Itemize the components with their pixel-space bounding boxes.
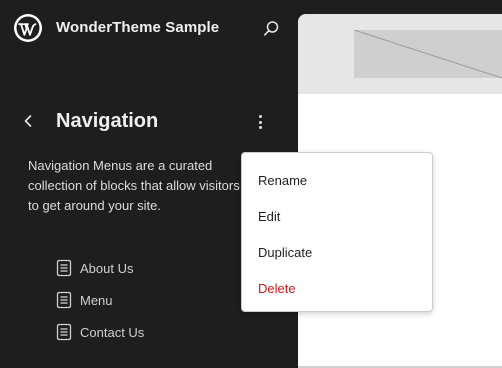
page-icon [56, 323, 72, 341]
delete-menu-item[interactable]: Delete [258, 281, 296, 296]
more-dot [258, 120, 262, 124]
more-vertical-icon[interactable] [247, 109, 273, 135]
image-placeholder [354, 30, 502, 78]
chevron-left-icon[interactable] [16, 109, 40, 133]
edit-menu-item[interactable]: Edit [258, 209, 280, 224]
search-icon[interactable] [258, 16, 284, 42]
canvas-header-area [298, 14, 502, 94]
more-dot [258, 126, 262, 129]
menu-item-label: Contact Us [80, 324, 145, 340]
menu-item-label: About Us [80, 260, 134, 276]
navigation-actions-dropdown: Rename Edit Duplicate Delete [241, 152, 433, 312]
site-title[interactable]: WonderTheme Sample [56, 19, 219, 36]
navigation-header: Navigation [0, 104, 298, 140]
menu-item-menu[interactable]: Menu [56, 284, 256, 316]
page-icon [56, 291, 72, 309]
menu-item-contact-us[interactable]: Contact Us [56, 316, 256, 348]
more-dot [258, 115, 262, 118]
duplicate-menu-item[interactable]: Duplicate [258, 245, 312, 260]
site-editor: WonderTheme Sample Navigation Navigation… [0, 0, 502, 368]
menu-item-about-us[interactable]: About Us [56, 252, 256, 284]
wordpress-logo-icon[interactable] [13, 13, 43, 43]
navigation-menu-list: About Us Menu Contact Us [56, 252, 256, 348]
page-title: Navigation [56, 110, 159, 132]
page-icon [56, 259, 72, 277]
menu-item-label: Menu [80, 292, 113, 308]
rename-menu-item[interactable]: Rename [258, 173, 307, 188]
site-header: WonderTheme Sample [0, 0, 298, 58]
navigation-description: Navigation Menus are a curated collectio… [28, 158, 240, 213]
